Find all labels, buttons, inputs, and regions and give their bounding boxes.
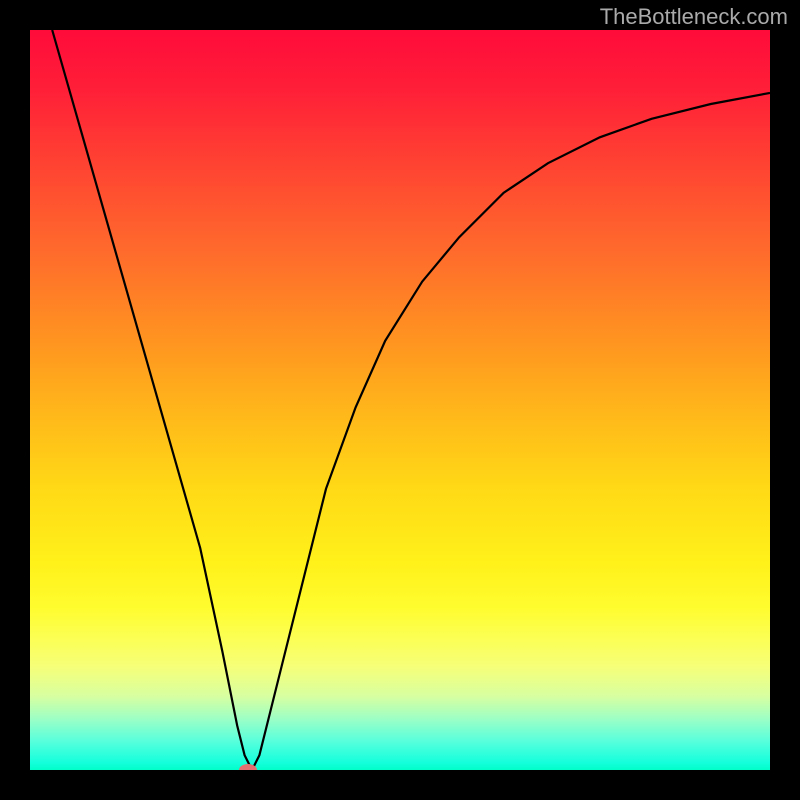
watermark: TheBottleneck.com bbox=[600, 4, 788, 30]
chart-frame bbox=[0, 0, 800, 800]
